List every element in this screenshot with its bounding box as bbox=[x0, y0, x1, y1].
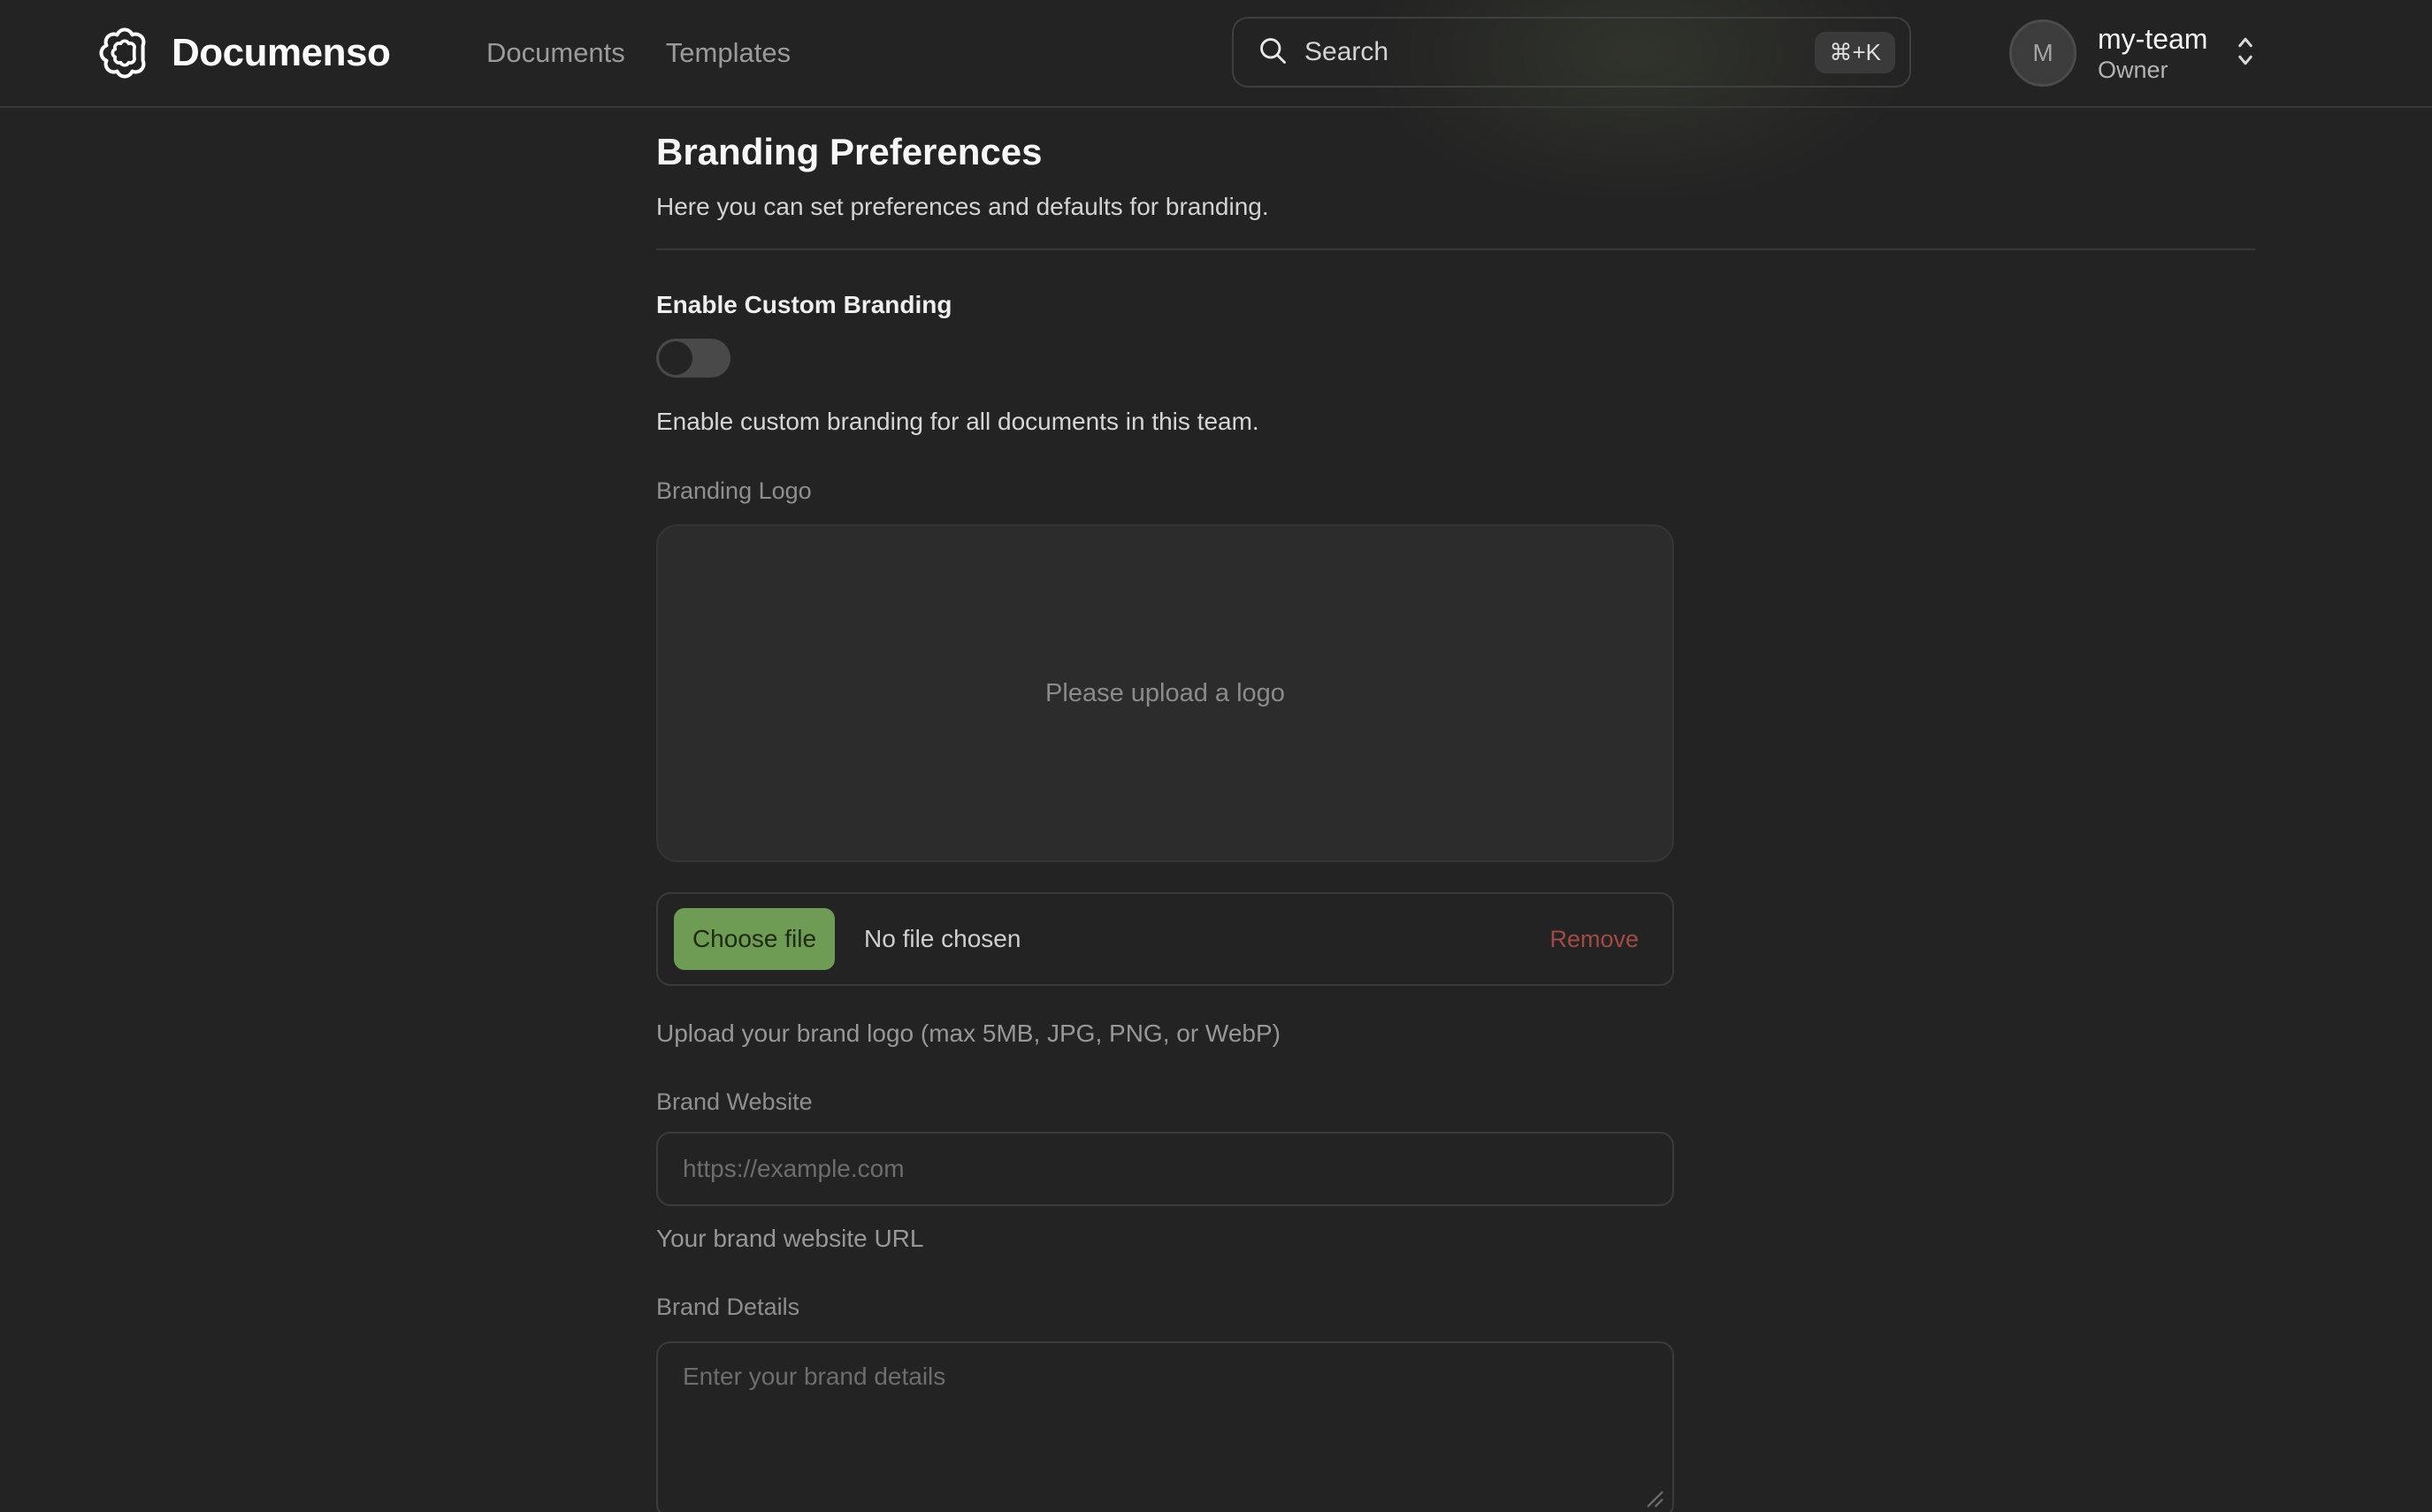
branding-logo-label: Branding Logo bbox=[656, 476, 2257, 506]
brand-details-label: Brand Details bbox=[656, 1292, 2257, 1322]
avatar: M bbox=[2009, 19, 2076, 87]
search-input[interactable] bbox=[1304, 37, 1815, 67]
logo-helper-text: Upload your brand logo (max 5MB, JPG, PN… bbox=[656, 1019, 2257, 1049]
brand-website-helper: Your brand website URL bbox=[656, 1224, 2257, 1254]
brand-name: Documenso bbox=[172, 31, 390, 75]
team-name: my-team bbox=[2098, 23, 2207, 55]
enable-custom-branding-description: Enable custom branding for all documents… bbox=[656, 406, 2257, 438]
nav-link-templates[interactable]: Templates bbox=[666, 37, 791, 69]
search-icon bbox=[1257, 34, 1289, 71]
top-nav: Documenso Documents Templates ⌘+K M my-t… bbox=[0, 0, 2432, 108]
team-role: Owner bbox=[2098, 57, 2207, 84]
search-shortcut-badge: ⌘+K bbox=[1815, 32, 1895, 73]
remove-logo-button[interactable]: Remove bbox=[1549, 926, 1639, 953]
primary-nav: Documents Templates bbox=[486, 0, 791, 106]
brand-home-link[interactable]: Documenso bbox=[97, 26, 390, 80]
dropzone-text: Please upload a logo bbox=[1045, 679, 1285, 708]
documenso-logo-icon bbox=[97, 26, 152, 80]
page-title: Branding Preferences bbox=[656, 131, 2257, 173]
nav-link-documents[interactable]: Documents bbox=[486, 37, 625, 69]
brand-website-input[interactable] bbox=[656, 1132, 1674, 1206]
branding-preferences-panel: Branding Preferences Here you can set pr… bbox=[656, 108, 2257, 1512]
enable-custom-branding-toggle[interactable] bbox=[656, 339, 730, 378]
file-status-text: No file chosen bbox=[864, 925, 1021, 953]
toggle-knob bbox=[659, 341, 692, 375]
chevron-up-down-icon bbox=[2232, 32, 2259, 75]
choose-file-button[interactable]: Choose file bbox=[674, 908, 835, 970]
team-switcher[interactable]: M my-team Owner bbox=[2009, 19, 2259, 87]
resize-grip-icon[interactable] bbox=[1637, 1481, 1667, 1512]
section-divider bbox=[656, 248, 2255, 250]
page-description: Here you can set preferences and default… bbox=[656, 191, 2257, 223]
brand-website-label: Brand Website bbox=[656, 1087, 2257, 1117]
logo-dropzone[interactable]: Please upload a logo bbox=[656, 524, 1674, 862]
enable-custom-branding-label: Enable Custom Branding bbox=[656, 290, 2257, 320]
logo-file-input-row: Choose file No file chosen Remove bbox=[656, 892, 1674, 986]
brand-details-textarea[interactable] bbox=[656, 1341, 1674, 1512]
search-bar[interactable]: ⌘+K bbox=[1232, 17, 1911, 88]
